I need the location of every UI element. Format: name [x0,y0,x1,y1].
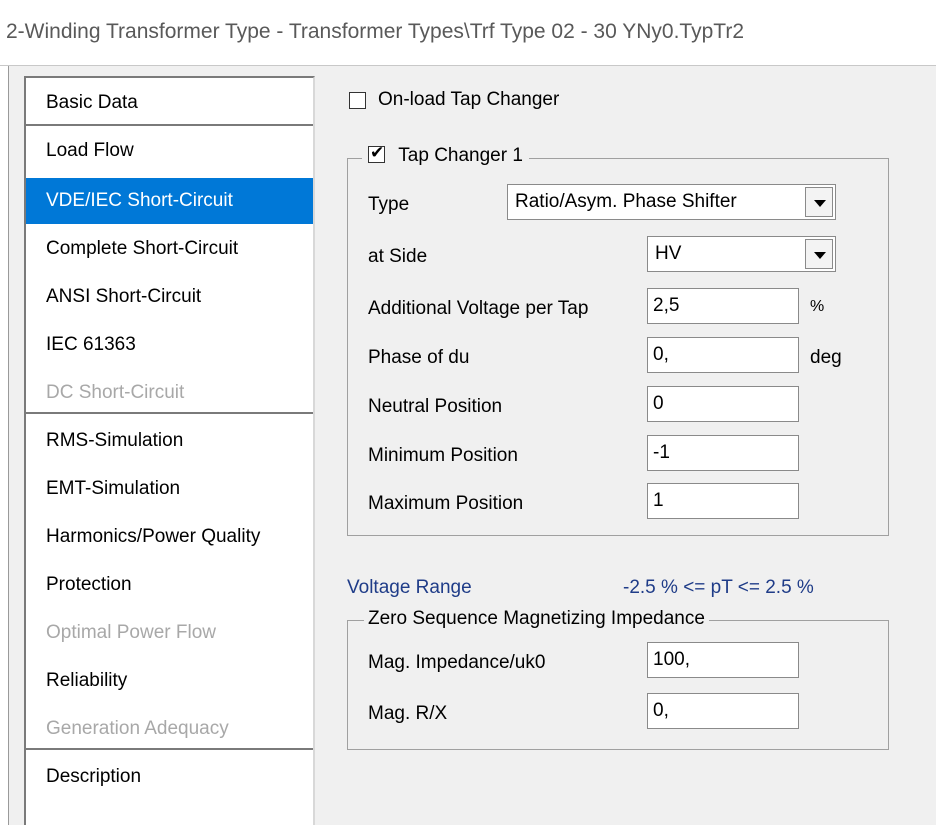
neutral-position-label: Neutral Position [368,396,503,417]
sidebar-item-rms-simulation[interactable]: RMS-Simulation [26,418,313,464]
mag-impedance-input[interactable]: 100, [647,642,799,678]
sidebar-item-complete-short-circuit[interactable]: Complete Short-Circuit [26,226,313,272]
sidebar-item-iec-61363[interactable]: IEC 61363 [26,322,313,368]
additional-voltage-input[interactable]: 2,5 [647,288,799,324]
additional-voltage-label: Additional Voltage per Tap [368,298,589,319]
sidebar-item-harmonics-power-quality[interactable]: Harmonics/Power Quality [26,514,313,560]
at-side-label: at Side [368,246,428,267]
voltage-range-label: Voltage Range [347,577,472,598]
sidebar-item-vde-iec-short-circuit[interactable]: VDE/IEC Short-Circuit [26,178,313,224]
minimum-position-label: Minimum Position [368,445,518,466]
type-label: Type [368,194,410,215]
zero-sequence-group [347,620,889,750]
sidebar-item-load-flow[interactable]: Load Flow [26,128,313,174]
sidebar-item-protection[interactable]: Protection [26,562,313,608]
onload-tap-changer-checkbox[interactable] [349,92,366,109]
neutral-position-input[interactable]: 0 [647,386,799,422]
sidebar-separator [26,748,313,750]
maximum-position-label: Maximum Position [368,493,524,514]
at-side-select[interactable]: HV [647,236,836,272]
onload-tap-changer-label: On-load Tap Changer [378,89,560,110]
sidebar-item-dc-short-circuit: DC Short-Circuit [46,382,185,403]
zero-sequence-legend: Zero Sequence Magnetizing Impedance [364,608,709,630]
type-select-value: Ratio/Asym. Phase Shifter [515,191,737,212]
additional-voltage-unit: % [810,298,825,315]
phase-of-du-label: Phase of du [368,347,470,368]
type-dropdown-button[interactable] [805,187,833,217]
sidebar-item-basic-data[interactable]: Basic Data [26,80,313,126]
mag-impedance-label: Mag. Impedance/uk0 [368,652,546,673]
chevron-down-icon [814,200,826,207]
sidebar-item-description[interactable]: Description [26,754,313,800]
voltage-range-value: -2.5 % <= pT <= 2.5 % [623,577,814,598]
sidebar-item-reliability[interactable]: Reliability [26,658,313,704]
tap-changer-1-checkbox[interactable]: ✔ [368,143,385,163]
title-bar: 2-Winding Transformer Type - Transformer… [0,0,936,66]
check-icon: ✔ [370,143,385,162]
sidebar: Basic Data Load Flow VDE/IEC Short-Circu… [24,76,315,825]
phase-of-du-input[interactable]: 0, [647,337,799,373]
at-side-dropdown-button[interactable] [805,239,833,269]
sidebar-item-optimal-power-flow: Optimal Power Flow [46,622,216,643]
window-title: 2-Winding Transformer Type - Transformer… [6,20,745,43]
type-select[interactable]: Ratio/Asym. Phase Shifter [507,184,836,220]
tap-changer-1-legend: ✔ Tap Changer 1 [362,143,529,167]
mag-rx-input[interactable]: 0, [647,693,799,729]
sidebar-separator [26,412,313,414]
tap-changer-1-label: Tap Changer 1 [398,145,523,166]
sidebar-item-ansi-short-circuit[interactable]: ANSI Short-Circuit [26,274,313,320]
maximum-position-input[interactable]: 1 [647,483,799,519]
chevron-down-icon [814,252,826,259]
at-side-select-value: HV [655,243,682,264]
sidebar-item-emt-simulation[interactable]: EMT-Simulation [26,466,313,512]
minimum-position-input[interactable]: -1 [647,435,799,471]
phase-of-du-unit: deg [810,347,842,368]
sidebar-item-generation-adequacy: Generation Adequacy [46,718,229,739]
mag-rx-label: Mag. R/X [368,703,448,724]
sidebar-separator [26,124,313,126]
